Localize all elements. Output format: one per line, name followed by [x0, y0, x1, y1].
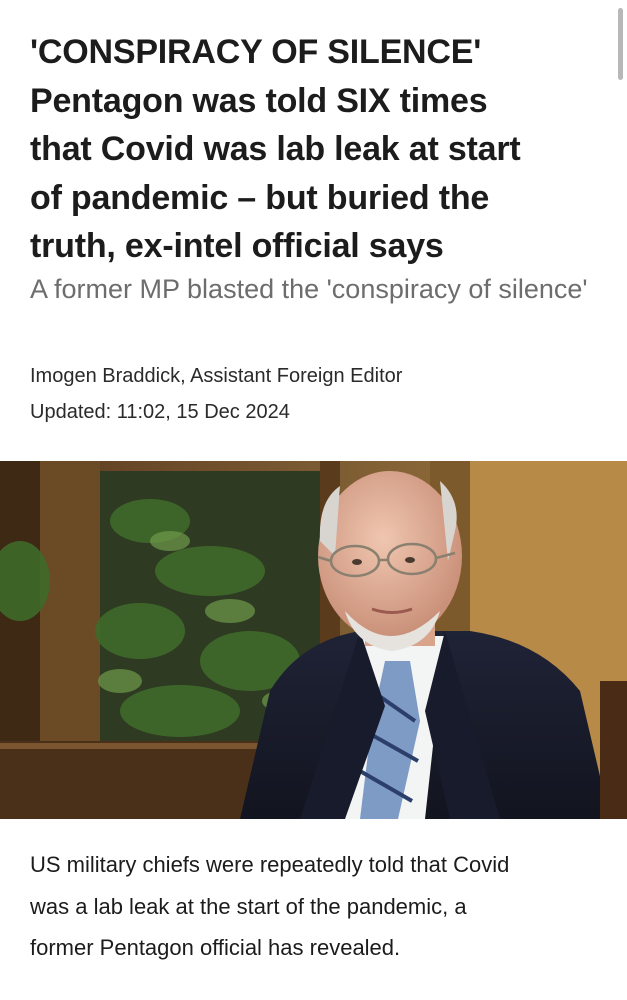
body-line: US military chiefs were repeatedly told …	[30, 852, 510, 877]
headline-line: that Covid was lab leak at start	[30, 130, 521, 168]
author-byline[interactable]: Imogen Braddick, Assistant Foreign Edito…	[30, 358, 402, 394]
updated-timestamp: Updated: 11:02, 15 Dec 2024	[30, 401, 290, 423]
headline-line: 'CONSPIRACY OF SILENCE'	[30, 33, 482, 71]
article-standfirst: A former MP blasted the 'conspiracy of s…	[30, 274, 588, 304]
article-headline: 'CONSPIRACY OF SILENCE' Pentagon was tol…	[30, 28, 600, 271]
article-body: US military chiefs were repeatedly told …	[30, 844, 610, 969]
body-line: was a lab leak at the start of the pande…	[30, 893, 467, 919]
headline-line: Pentagon was told SIX times	[30, 81, 488, 120]
scrollbar[interactable]	[618, 8, 623, 80]
article-photo-illustration	[0, 461, 627, 819]
article-photo[interactable]	[0, 461, 627, 819]
headline-line: of pandemic – but buried the	[30, 178, 490, 217]
headline-line: truth, ex-intel official says	[30, 227, 444, 265]
body-line: former Pentagon official has revealed.	[30, 935, 401, 960]
